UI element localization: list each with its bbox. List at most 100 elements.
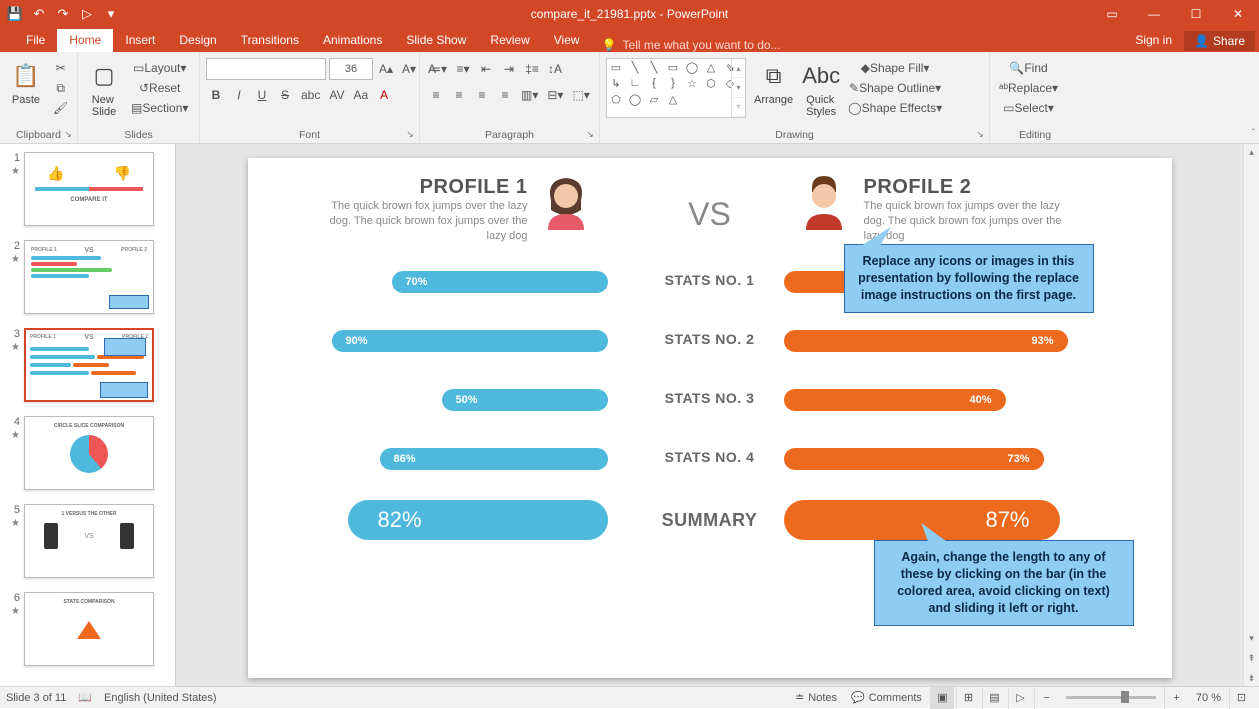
next-slide-button[interactable]: ⇟ xyxy=(1244,670,1259,686)
tab-review[interactable]: Review xyxy=(478,29,541,52)
sorter-view-button[interactable]: ⊞ xyxy=(956,687,980,709)
tab-design[interactable]: Design xyxy=(167,29,228,52)
zoom-out-button[interactable]: − xyxy=(1034,687,1058,709)
spellcheck-button[interactable]: 📖 xyxy=(78,691,92,704)
qat-customize-button[interactable]: ▾ xyxy=(100,3,122,25)
thumb-6[interactable]: 6★ STATS COMPARISON xyxy=(0,588,175,676)
paragraph-launcher[interactable]: ↘ xyxy=(583,127,597,141)
notes-button[interactable]: ≐ Notes xyxy=(789,687,843,709)
scroll-up-button[interactable]: ▴ xyxy=(1244,144,1259,160)
font-size-combo[interactable]: 36 xyxy=(329,58,373,80)
select-button[interactable]: ▭ Select ▾ xyxy=(996,98,1061,118)
maximize-button[interactable]: ☐ xyxy=(1175,0,1217,28)
font-launcher[interactable]: ↘ xyxy=(403,127,417,141)
callout-replace-images[interactable]: Replace any icons or images in this pres… xyxy=(844,244,1094,313)
thumb-5[interactable]: 5★ 1 VERSUS THE OTHER VS xyxy=(0,500,175,588)
text-direction-button[interactable]: ↕A xyxy=(545,59,565,79)
justify-button[interactable]: ≡ xyxy=(495,85,515,105)
bar-right-4[interactable]: 73% xyxy=(784,448,1044,470)
section-button[interactable]: ▤ Section ▾ xyxy=(128,98,191,118)
strikethrough-button[interactable]: S xyxy=(275,85,295,105)
underline-button[interactable]: U xyxy=(252,85,272,105)
ribbon-display-options[interactable]: ▭ xyxy=(1091,0,1133,28)
comments-button[interactable]: 💬 Comments xyxy=(845,687,928,709)
callout-change-length[interactable]: Again, change the length to any of these… xyxy=(874,540,1134,626)
start-slideshow-button[interactable]: ▷ xyxy=(76,3,98,25)
tab-insert[interactable]: Insert xyxy=(113,29,167,52)
vertical-scrollbar[interactable]: ▴ ▾ ⇞ ⇟ xyxy=(1243,144,1259,686)
new-slide-button[interactable]: ▢ New Slide xyxy=(84,58,124,120)
italic-button[interactable]: I xyxy=(229,85,249,105)
smartart-button[interactable]: ⬚▾ xyxy=(569,85,592,105)
shape-effects-button[interactable]: ◯ Shape Effects ▾ xyxy=(845,98,945,118)
copy-button[interactable]: ⧉ xyxy=(50,78,71,98)
save-button[interactable]: 💾 xyxy=(4,3,26,25)
columns-button[interactable]: ▥▾ xyxy=(518,85,541,105)
slide-canvas-area[interactable]: PROFILE 1 The quick brown fox jumps over… xyxy=(176,144,1243,686)
zoom-in-button[interactable]: + xyxy=(1164,687,1188,709)
stat-label-3[interactable]: STATS NO. 3 xyxy=(248,390,1172,406)
tell-me-search[interactable]: 💡 Tell me what you want to do... xyxy=(602,38,781,52)
paste-button[interactable]: 📋 Paste xyxy=(6,58,46,108)
align-center-button[interactable]: ≡ xyxy=(449,85,469,105)
tab-view[interactable]: View xyxy=(542,29,592,52)
grow-font-button[interactable]: A▴ xyxy=(376,59,396,79)
decrease-indent-button[interactable]: ⇤ xyxy=(476,59,496,79)
drawing-launcher[interactable]: ↘ xyxy=(973,127,987,141)
slide[interactable]: PROFILE 1 The quick brown fox jumps over… xyxy=(248,158,1172,678)
quick-styles-button[interactable]: Abc Quick Styles xyxy=(801,58,841,120)
increase-indent-button[interactable]: ⇥ xyxy=(499,59,519,79)
bullets-button[interactable]: ≔▾ xyxy=(426,59,450,79)
gallery-scroll[interactable]: ▴▾▿ xyxy=(731,59,745,117)
slideshow-view-button[interactable]: ▷ xyxy=(1008,687,1032,709)
shapes-gallery[interactable]: ▭╲╲▭◯△ ⇘↳∟{}☆ ⬡◇⬠◯▱△ ▴▾▿ xyxy=(606,58,746,118)
font-family-combo[interactable] xyxy=(206,58,326,80)
normal-view-button[interactable]: ▣ xyxy=(930,687,954,709)
line-spacing-button[interactable]: ‡≡ xyxy=(522,59,542,79)
text-shadow-button[interactable]: abc xyxy=(298,85,323,105)
thumb-1[interactable]: 1★ 👍 👎 COMPARE IT xyxy=(0,148,175,236)
cut-button[interactable]: ✂ xyxy=(50,58,71,78)
summary-bar-right[interactable]: 87% xyxy=(784,500,1060,540)
find-button[interactable]: 🔍 Find xyxy=(996,58,1061,78)
arrange-button[interactable]: ⧉ Arrange xyxy=(750,58,797,108)
collapse-ribbon-button[interactable]: ˇ xyxy=(1252,128,1255,139)
bold-button[interactable]: B xyxy=(206,85,226,105)
numbering-button[interactable]: ≡▾ xyxy=(453,59,473,79)
tab-transitions[interactable]: Transitions xyxy=(229,29,311,52)
bar-right-2[interactable]: 93% xyxy=(784,330,1068,352)
zoom-slider[interactable] xyxy=(1066,696,1156,699)
align-right-button[interactable]: ≡ xyxy=(472,85,492,105)
reading-view-button[interactable]: ▤ xyxy=(982,687,1006,709)
shape-outline-button[interactable]: ✎ Shape Outline ▾ xyxy=(845,78,945,98)
change-case-button[interactable]: Aa xyxy=(350,85,371,105)
font-color-button[interactable]: A xyxy=(374,85,394,105)
tab-slideshow[interactable]: Slide Show xyxy=(394,29,478,52)
sign-in-link[interactable]: Sign in xyxy=(1123,29,1184,52)
layout-button[interactable]: ▭ Layout ▾ xyxy=(128,58,191,78)
shrink-font-button[interactable]: A▾ xyxy=(399,59,419,79)
share-button[interactable]: 👤 Share xyxy=(1184,31,1255,51)
profile2-desc[interactable]: The quick brown fox jumps over the lazy … xyxy=(864,199,1084,244)
slide-thumbnail-panel[interactable]: 1★ 👍 👎 COMPARE IT 2★ PROFILE 1VSPROFILE … xyxy=(0,144,176,686)
tab-animations[interactable]: Animations xyxy=(311,29,394,52)
redo-button[interactable]: ↷ xyxy=(52,3,74,25)
char-spacing-button[interactable]: AV xyxy=(326,85,347,105)
shape-fill-button[interactable]: ◆ Shape Fill ▾ xyxy=(845,58,945,78)
language-status[interactable]: English (United States) xyxy=(104,692,217,704)
undo-button[interactable]: ↶ xyxy=(28,3,50,25)
slide-counter[interactable]: Slide 3 of 11 xyxy=(6,692,66,704)
thumb-3[interactable]: 3★ PROFILE 1VSPROFILE 2 xyxy=(0,324,175,412)
align-left-button[interactable]: ≡ xyxy=(426,85,446,105)
thumb-4[interactable]: 4★ CIRCLE SLICE COMPARISON xyxy=(0,412,175,500)
avatar-male-icon[interactable] xyxy=(794,170,854,230)
fit-to-window-button[interactable]: ⊡ xyxy=(1229,687,1253,709)
reset-button[interactable]: ↺ Reset xyxy=(128,78,191,98)
thumb-2[interactable]: 2★ PROFILE 1VSPROFILE 2 xyxy=(0,236,175,324)
scroll-down-button[interactable]: ▾ xyxy=(1244,630,1259,646)
zoom-level[interactable]: 70 % xyxy=(1190,687,1227,709)
format-painter-button[interactable]: 🖌 xyxy=(50,98,71,118)
prev-slide-button[interactable]: ⇞ xyxy=(1244,650,1259,666)
minimize-button[interactable]: — xyxy=(1133,0,1175,28)
bar-right-3[interactable]: 40% xyxy=(784,389,1006,411)
